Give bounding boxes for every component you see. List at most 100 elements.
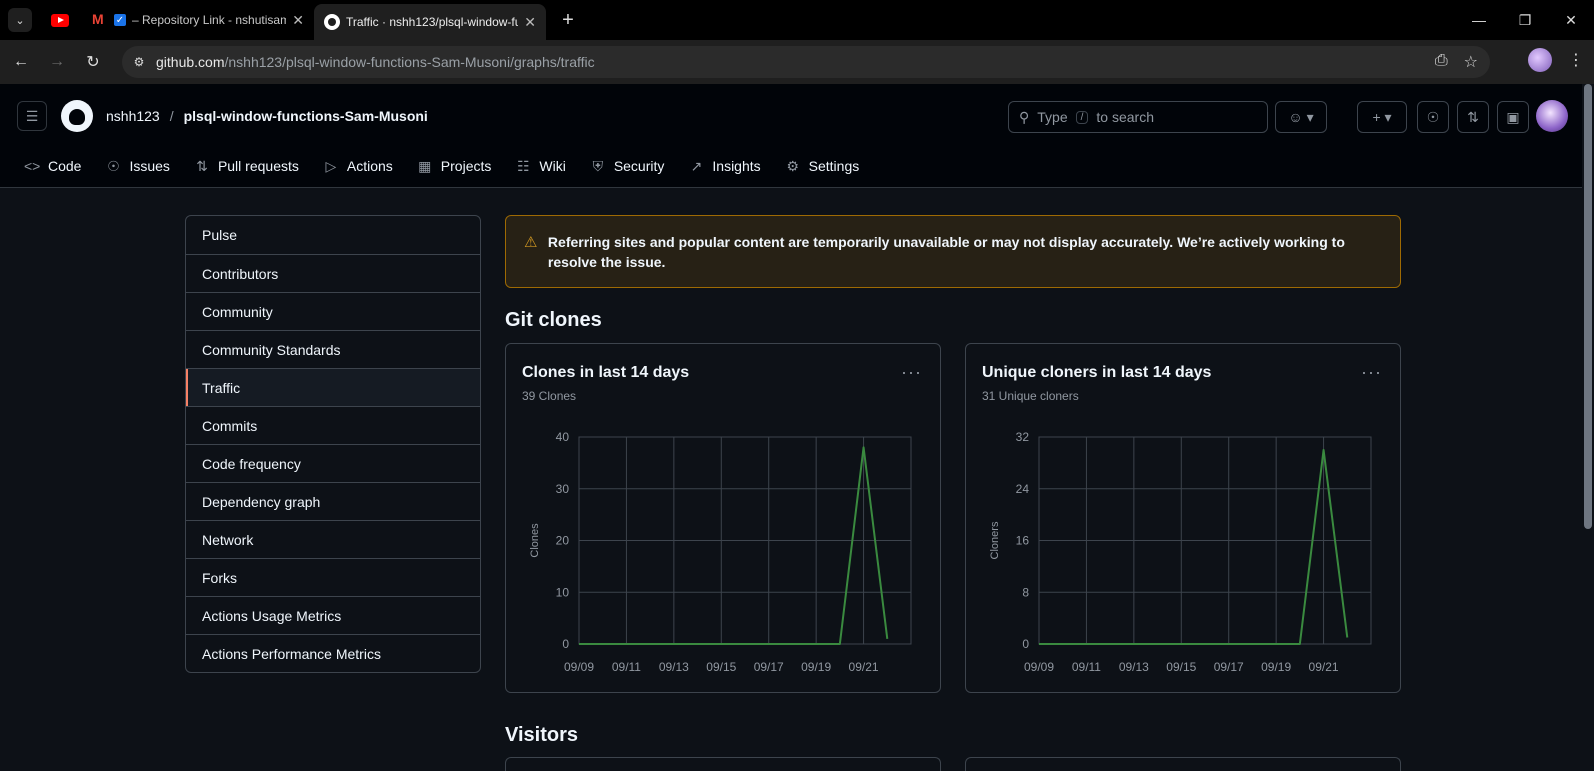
sidebar-item-traffic[interactable]: Traffic <box>186 368 480 406</box>
x-tick-label: 09/13 <box>659 660 689 674</box>
tab-label: Actions <box>346 158 393 174</box>
pull-requests-button[interactable]: ⇅ <box>1457 101 1489 133</box>
x-tick-label: 09/15 <box>706 660 736 674</box>
issues-button[interactable]: ☉ <box>1417 101 1449 133</box>
close-window-icon[interactable]: ✕ <box>1548 0 1594 40</box>
tab-search-chevron-icon[interactable]: ⌄ <box>8 8 32 32</box>
sidebar-item-label: Dependency graph <box>202 493 321 510</box>
kebab-horizontal-icon[interactable]: ··· <box>901 362 922 383</box>
browser-tab-repository-link[interactable]: ✓ – Repository Link - nshutisam ✕ <box>82 4 314 36</box>
sidebar-item-code-frequency[interactable]: Code frequency <box>186 444 480 482</box>
alert-icon: ⚠ <box>524 234 538 251</box>
search-input[interactable]: ⚲ Type / to search <box>1008 101 1268 133</box>
x-tick-label: 09/11 <box>612 660 641 674</box>
y-tick-label: 10 <box>556 585 570 599</box>
chart-title: Clones in last 14 days <box>522 364 690 381</box>
tab-wiki[interactable]: ☷ Wiki <box>507 150 573 182</box>
tab-actions[interactable]: ▷ Actions <box>315 150 401 182</box>
tab-projects[interactable]: ▦ Projects <box>409 150 500 182</box>
tab-label: Code <box>48 158 82 174</box>
address-bar[interactable]: ⚙ github.com/nshh123/plsql-window-functi… <box>122 46 1490 78</box>
y-tick-label: 20 <box>556 534 570 548</box>
sidebar-item-community-standards[interactable]: Community Standards <box>186 330 480 368</box>
tab-label: Pull requests <box>217 158 299 174</box>
unique-cloners-chart-card: Unique cloners in last 14 days 31 Unique… <box>965 343 1401 693</box>
create-new-button[interactable]: + ▾ <box>1357 101 1407 133</box>
page-scrollbar[interactable] <box>1582 84 1594 771</box>
youtube-pinned-tab[interactable] <box>38 4 82 36</box>
scrollbar-thumb[interactable] <box>1584 84 1592 529</box>
hamburger-menu-icon[interactable]: ☰ <box>17 101 47 131</box>
tab-settings[interactable]: ⚙ Settings <box>777 150 868 182</box>
sidebar-item-commits[interactable]: Commits <box>186 406 480 444</box>
search-prefix: Type <box>1037 109 1068 125</box>
copilot-button[interactable]: ☺ ▾ <box>1275 101 1327 133</box>
tab-label: Wiki <box>539 158 566 174</box>
book-icon: ☷ <box>517 157 530 174</box>
search-suffix: to search <box>1096 109 1154 125</box>
avatar[interactable] <box>1536 100 1568 132</box>
sidebar-item-dependency-graph[interactable]: Dependency graph <box>186 482 480 520</box>
x-tick-label: 09/13 <box>1119 660 1149 674</box>
sidebar-item-contributors[interactable]: Contributors <box>186 254 480 292</box>
back-arrow-icon[interactable]: ← <box>6 47 36 77</box>
issue-icon: ☉ <box>107 157 120 174</box>
tab-code[interactable]: <> Code <box>16 150 89 182</box>
gmail-icon <box>92 11 108 27</box>
minimize-icon[interactable]: — <box>1456 0 1502 40</box>
install-app-icon[interactable]: ⎙ <box>1435 52 1448 72</box>
sidebar-item-label: Network <box>202 531 254 548</box>
series-line <box>579 446 889 645</box>
site-info-icon[interactable]: ⚙ <box>128 51 150 73</box>
restore-icon[interactable]: ❐ <box>1502 0 1548 40</box>
chart-subtitle: 31 Unique cloners <box>982 389 1079 403</box>
kebab-menu-icon[interactable]: ⋮ <box>1568 50 1584 70</box>
browser-tab-traffic[interactable]: Traffic · nshh123/plsql-window-functions… <box>314 4 546 40</box>
breadcrumb-separator: / <box>169 108 174 124</box>
kebab-horizontal-icon[interactable]: ··· <box>1361 362 1382 383</box>
chart-title: Unique cloners in last 14 days <box>982 364 1212 381</box>
sidebar-item-label: Actions Performance Metrics <box>202 645 381 662</box>
sidebar-item-pulse[interactable]: Pulse <box>186 216 480 254</box>
unique-visitors-chart-card <box>965 757 1401 771</box>
sidebar-item-actions-performance-metrics[interactable]: Actions Performance Metrics <box>186 634 480 672</box>
search-icon: ⚲ <box>1019 108 1030 125</box>
x-tick-label: 09/17 <box>754 660 784 674</box>
browser-toolbar: ← → ↻ ⚙ github.com/nshh123/plsql-window-… <box>0 40 1594 84</box>
breadcrumb-owner[interactable]: nshh123 <box>106 108 160 124</box>
y-tick-label: 30 <box>556 482 570 496</box>
y-axis-label: Cloners <box>989 521 1001 559</box>
y-tick-label: 0 <box>562 637 569 651</box>
x-tick-label: 09/15 <box>1166 660 1196 674</box>
inbox-button[interactable]: ▣ <box>1497 101 1529 133</box>
url-host: github.com <box>156 54 225 70</box>
tab-label: Issues <box>129 158 170 174</box>
pull-request-icon: ⇅ <box>1467 108 1479 125</box>
chart-subtitle: 39 Clones <box>522 389 577 403</box>
tab-issues[interactable]: ☉ Issues <box>97 150 177 182</box>
sidebar-item-actions-usage-metrics[interactable]: Actions Usage Metrics <box>186 596 480 634</box>
tab-insights[interactable]: ↗ Insights <box>680 150 768 182</box>
new-tab-plus-icon[interactable]: + <box>554 6 582 34</box>
breadcrumb-repo[interactable]: plsql-window-functions-Sam-Musoni <box>184 108 428 124</box>
y-axis-label: Clones <box>529 523 541 558</box>
tab-pull-requests[interactable]: ⇅ Pull requests <box>186 150 307 182</box>
tab-security[interactable]: ⛨ Security <box>582 150 673 182</box>
reload-icon[interactable]: ↻ <box>78 47 108 77</box>
close-icon[interactable]: ✕ <box>524 14 536 31</box>
chevron-down-icon: ▾ <box>1306 108 1314 125</box>
sidebar-item-forks[interactable]: Forks <box>186 558 480 596</box>
sidebar-item-label: Forks <box>202 569 237 586</box>
sidebar-item-community[interactable]: Community <box>186 292 480 330</box>
issue-icon: ☉ <box>1426 108 1440 125</box>
forward-arrow-icon[interactable]: → <box>42 47 72 77</box>
github-logo-icon[interactable] <box>61 100 93 132</box>
clones-chart-card: Clones in last 14 days 39 Clones ··· 0 10… <box>505 343 941 693</box>
bookmark-star-icon[interactable]: ☆ <box>1464 52 1478 72</box>
sidebar-item-network[interactable]: Network <box>186 520 480 558</box>
close-icon[interactable]: ✕ <box>292 12 304 29</box>
y-tick-label: 24 <box>1016 482 1030 496</box>
clones-line-chart: 0 10 20 30 40 09/09 09/11 09/13 09/15 09/17 09/19 0… <box>529 430 912 674</box>
copilot-icon: ☺ <box>1288 109 1303 125</box>
browser-profile-avatar[interactable] <box>1528 48 1552 72</box>
